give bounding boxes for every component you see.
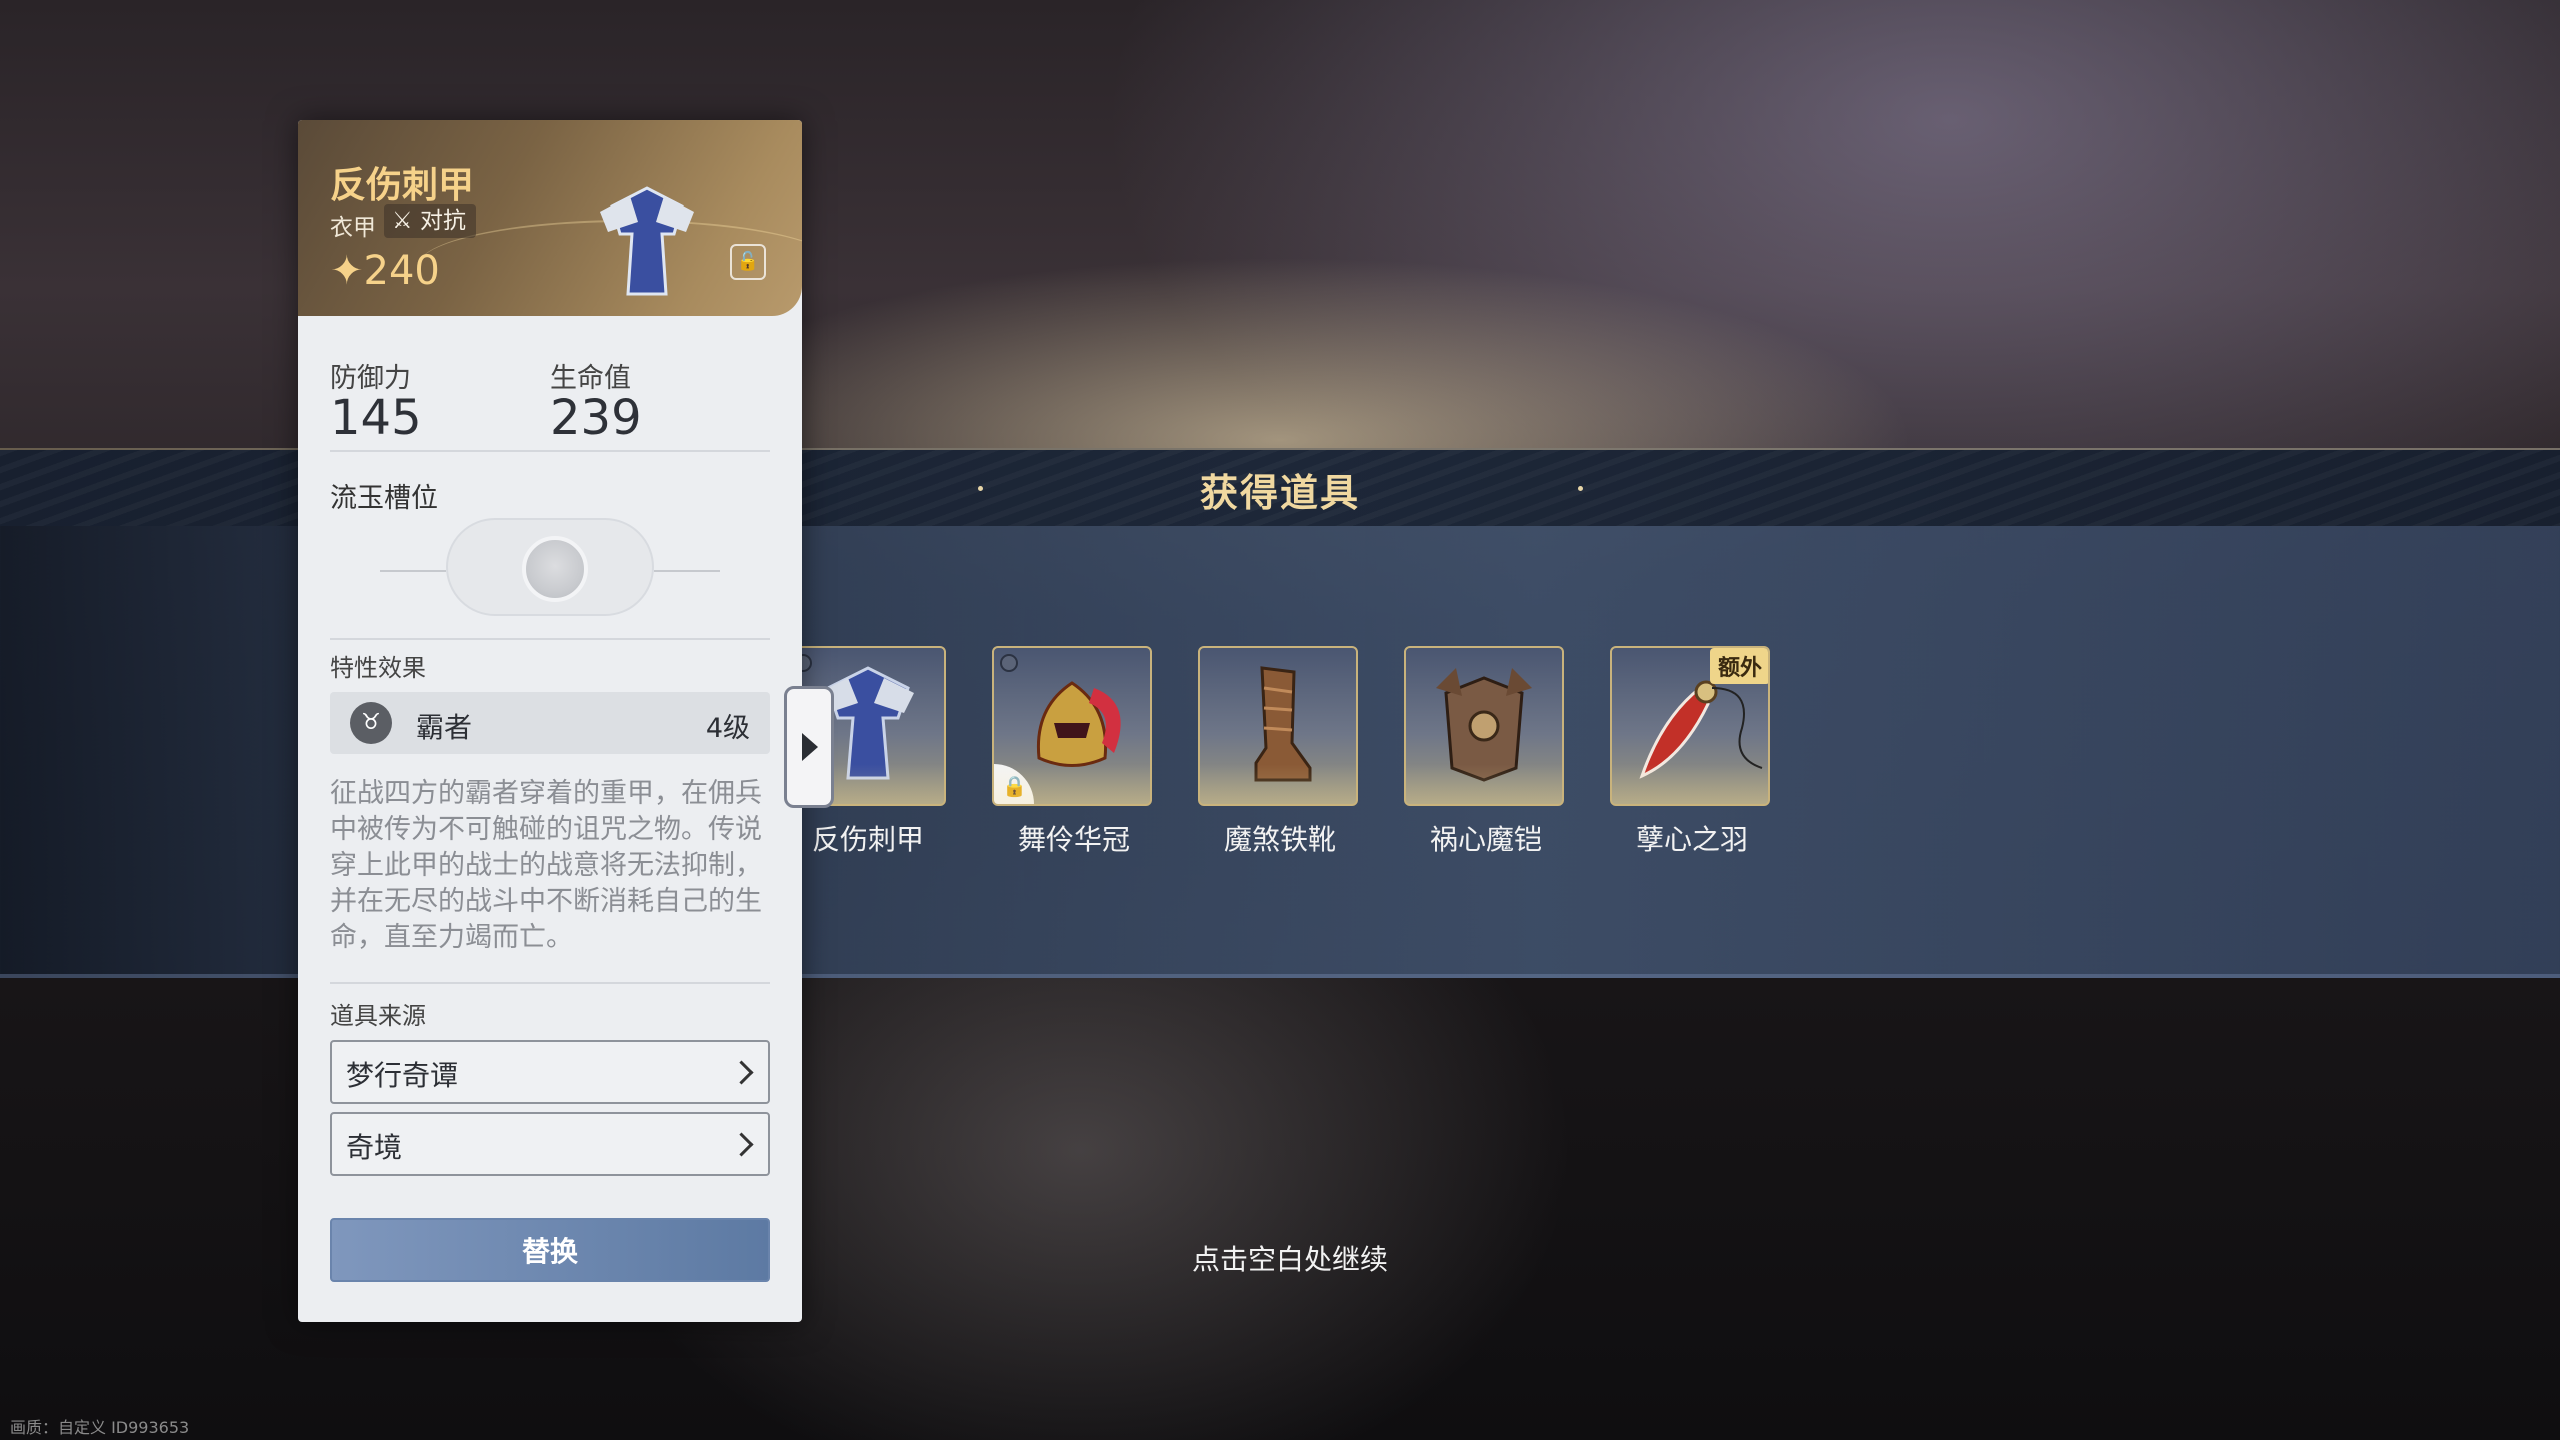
trait-level: 4级 [705, 713, 750, 744]
lock-icon: 🔓 [736, 251, 760, 272]
item-icon-frame[interactable]: 额外 [1610, 646, 1770, 806]
item-detail-panel: 反伤刺甲 衣甲 ⚔ 对抗 ✦240 🔓 防御力 145 生命值 239 流玉槽位… [298, 120, 802, 1322]
item-shine [1612, 764, 1768, 804]
source-section-title: 道具来源 [330, 1002, 426, 1030]
item-shine [1200, 764, 1356, 804]
armor-icon [600, 186, 694, 296]
item-label: 祸心魔铠 [1429, 823, 1542, 856]
divider [330, 982, 770, 984]
item-icon-frame[interactable] [1198, 646, 1358, 806]
slot-connector-left [380, 570, 446, 572]
item-type: 衣甲 [330, 215, 376, 241]
slot-section-title: 流玉槽位 [330, 483, 438, 514]
reward-item[interactable]: 祸心魔铠 [1404, 646, 1568, 858]
extra-badge: 额外 [1709, 648, 1768, 684]
category-tag: ⚔ 对抗 [384, 204, 476, 238]
slot-indicator-icon [1000, 654, 1018, 672]
chevron-right-icon [729, 1132, 754, 1157]
reward-item[interactable]: 🔒 舞伶华冠 [992, 646, 1156, 858]
empty-gem-icon[interactable] [522, 536, 588, 602]
collapse-panel-button[interactable] [784, 686, 834, 808]
trait-name: 霸者 [416, 711, 473, 744]
crossed-swords-icon: ⚔ [392, 208, 413, 234]
sparkle-icon: ✦ [330, 248, 364, 294]
source-label: 梦行奇谭 [346, 1059, 459, 1092]
chevron-right-icon [729, 1060, 754, 1085]
reward-item[interactable]: 额外 孽心之羽 [1610, 646, 1774, 858]
reward-item[interactable]: 魔煞铁靴 [1198, 646, 1362, 858]
item-shine [994, 764, 1150, 804]
item-label: 舞伶华冠 [1017, 823, 1130, 856]
trait-row[interactable]: ♉ 霸者 4级 [330, 692, 770, 754]
bull-skull-icon: ♉ [350, 702, 392, 744]
item-label: 孽心之羽 [1635, 823, 1748, 856]
item-shine [1406, 764, 1562, 804]
slot-connector-right [654, 570, 720, 572]
continue-hint[interactable]: 点击空白处继续 [1180, 1238, 1400, 1278]
divider [330, 638, 770, 640]
lock-toggle-button[interactable]: 🔓 [730, 244, 766, 280]
gem-slot[interactable] [446, 518, 654, 618]
divider [330, 450, 770, 452]
watermark: 画质：自定义 ID993653 [10, 1418, 190, 1437]
trait-section-title: 特性效果 [330, 654, 426, 682]
item-detail-header: 反伤刺甲 衣甲 ⚔ 对抗 ✦240 🔓 [298, 120, 802, 316]
tag-label: 对抗 [419, 208, 466, 234]
replace-button[interactable]: 替换 [330, 1218, 770, 1282]
score: ✦240 [330, 248, 440, 294]
score-value: 240 [363, 248, 440, 294]
hp-value: 239 [550, 390, 642, 446]
item-icon-frame[interactable] [1404, 646, 1564, 806]
source-button[interactable]: 奇境 [330, 1112, 770, 1176]
item-label: 魔煞铁靴 [1223, 823, 1336, 856]
source-button[interactable]: 梦行奇谭 [330, 1040, 770, 1104]
decor-dot-right [1578, 486, 1583, 491]
arrow-right-icon [802, 733, 818, 761]
source-label: 奇境 [346, 1131, 403, 1164]
item-label: 反伤刺甲 [811, 823, 924, 856]
defense-value: 145 [330, 390, 422, 446]
item-icon-frame[interactable]: 🔒 [992, 646, 1152, 806]
item-name: 反伤刺甲 [330, 165, 475, 206]
item-description: 征战四方的霸者穿着的重甲，在佣兵中被传为不可触碰的诅咒之物。传说穿上此甲的战士的… [330, 778, 762, 953]
